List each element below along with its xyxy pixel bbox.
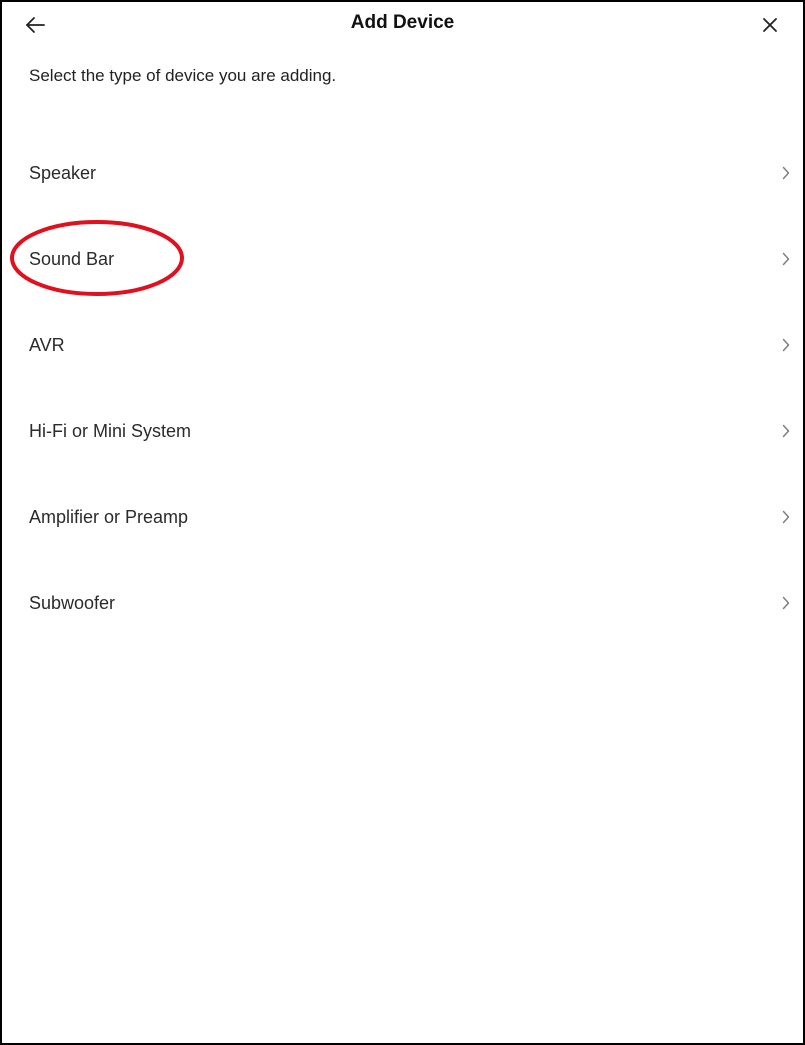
device-item-sound-bar[interactable]: Sound Bar xyxy=(2,216,803,302)
device-type-list: Speaker Sound Bar AVR Hi-Fi or Mini Syst… xyxy=(2,130,803,646)
device-item-label: AVR xyxy=(29,334,65,355)
device-item-label: Speaker xyxy=(29,162,97,183)
chevron-right-icon xyxy=(779,337,793,353)
device-item-label: Subwoofer xyxy=(29,592,116,613)
device-item-label: Hi-Fi or Mini System xyxy=(29,420,192,441)
device-item-label: Amplifier or Preamp xyxy=(29,506,189,527)
device-item-subwoofer[interactable]: Subwoofer xyxy=(2,560,803,646)
device-item-speaker[interactable]: Speaker xyxy=(2,130,803,216)
chevron-right-icon xyxy=(779,423,793,439)
close-button[interactable] xyxy=(755,10,785,40)
device-item-amplifier-preamp[interactable]: Amplifier or Preamp xyxy=(2,474,803,560)
chevron-right-icon xyxy=(779,595,793,611)
chevron-right-icon xyxy=(779,509,793,525)
device-item-label: Sound Bar xyxy=(29,248,115,269)
device-item-avr[interactable]: AVR xyxy=(2,302,803,388)
chevron-right-icon xyxy=(779,251,793,267)
device-item-hifi-mini-system[interactable]: Hi-Fi or Mini System xyxy=(2,388,803,474)
header-bar: Add Device xyxy=(2,2,803,50)
page-title: Add Device xyxy=(350,12,455,33)
close-icon xyxy=(763,18,777,32)
chevron-right-icon xyxy=(779,165,793,181)
instruction-text: Select the type of device you are adding… xyxy=(29,66,337,85)
app-window: Add Device Select the type of device you… xyxy=(0,0,805,1045)
